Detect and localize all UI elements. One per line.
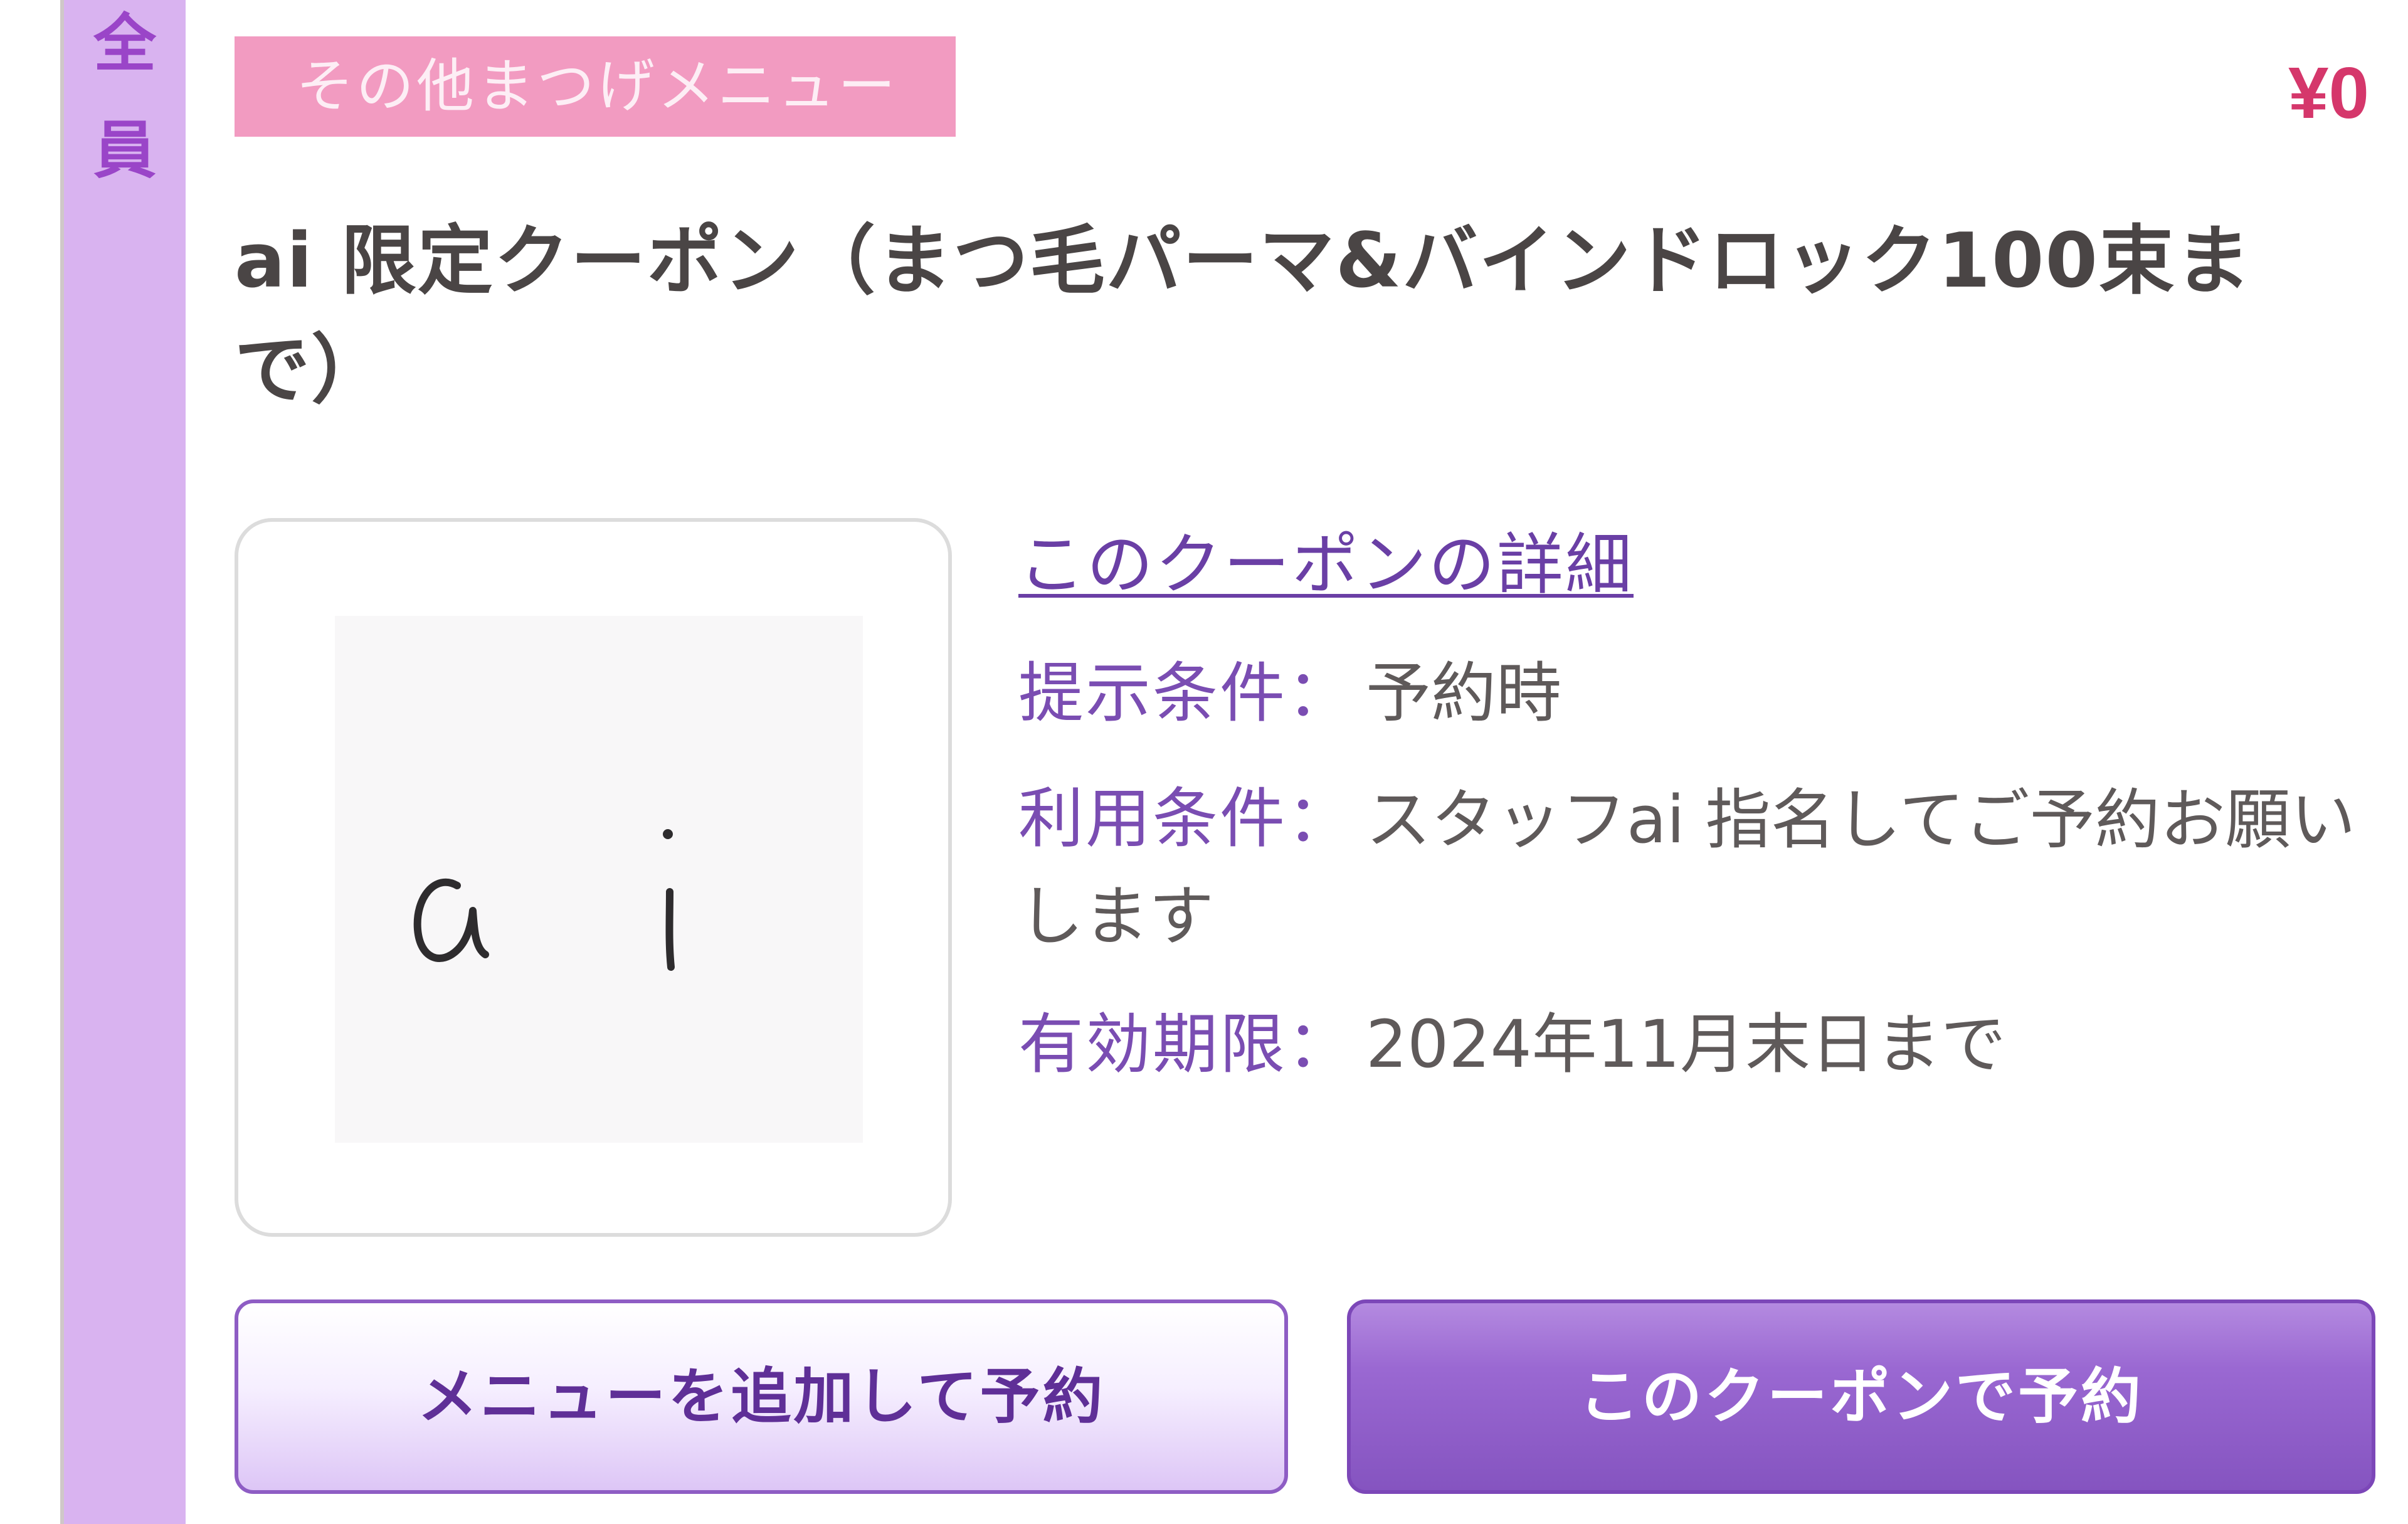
coupon-detail-link[interactable]: このクーポンの詳細 [1018, 524, 1634, 606]
condition-label: 提示条件： [1018, 655, 1354, 731]
target-ribbon-char: 全 [93, 7, 156, 80]
condition-value: 2024年11月末日まで [1366, 1006, 2007, 1082]
condition-value: 予約時 [1366, 655, 1562, 731]
coupon-image [335, 616, 863, 1143]
book-with-coupon-button[interactable]: このクーポンで予約 [1347, 1299, 2375, 1494]
coupon-card: 全 員 その他まつげメニュー ¥0 ai 限定クーポン（まつ毛パーマ&バインドロ… [0, 0, 2408, 1524]
coupon-image-frame[interactable] [235, 518, 952, 1237]
add-menu-and-book-button[interactable]: メニューを追加して予約 [235, 1299, 1288, 1494]
target-ribbon-char: 員 [93, 114, 156, 187]
condition-value: スタッフai 指名してご予約お願いします [1018, 781, 2356, 955]
category-badge: その他まつげメニュー [235, 36, 956, 137]
handwritten-ai-image [413, 829, 675, 971]
coupon-title: ai 限定クーポン（まつ毛パーマ&バインドロック100束まで） [235, 218, 2252, 414]
target-ribbon: 全 員 [64, 0, 186, 1524]
condition-label: 有効期限： [1018, 1006, 1354, 1082]
coupon-price: ¥0 [2288, 52, 2369, 134]
